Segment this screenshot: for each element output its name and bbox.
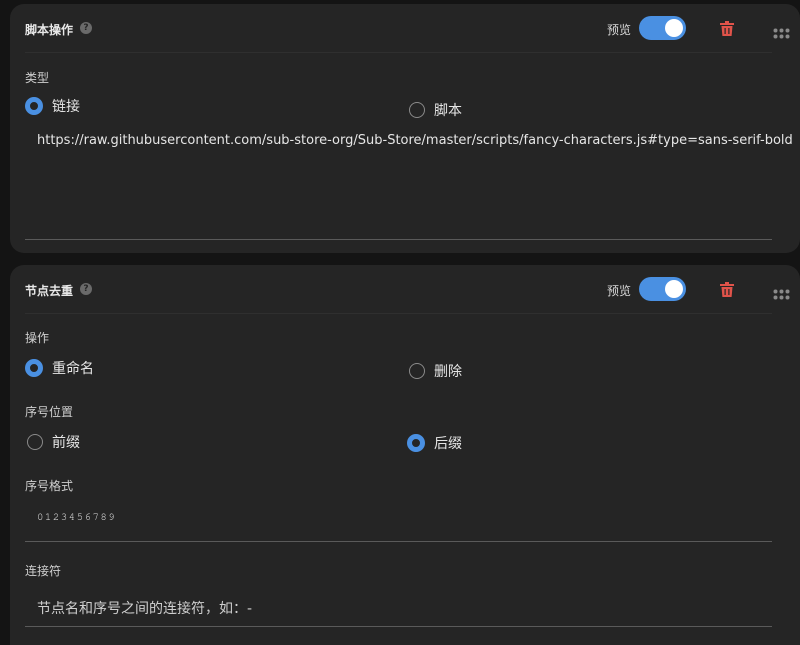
radio-label: 重命名 bbox=[52, 361, 94, 377]
radio-circle bbox=[25, 97, 43, 115]
radio-prefix[interactable]: 前缀 bbox=[27, 432, 80, 452]
trash-icon[interactable] bbox=[720, 282, 734, 301]
type-label: 类型 bbox=[25, 71, 50, 85]
card-title: 节点去重 bbox=[25, 284, 74, 298]
radio-suffix[interactable]: 后缀 bbox=[407, 433, 462, 453]
drag-handle-icon[interactable] bbox=[773, 24, 790, 43]
url-field-underline bbox=[25, 239, 772, 240]
radio-label: 前缀 bbox=[52, 435, 80, 451]
action-label: 操作 bbox=[25, 331, 50, 345]
radio-rename[interactable]: 重命名 bbox=[25, 358, 94, 378]
toggle-knob bbox=[665, 19, 683, 37]
card-header: 节点去重 ? 预览 bbox=[10, 265, 800, 313]
card-header: 脚本操作 ? 预览 bbox=[10, 4, 800, 52]
format-field-underline bbox=[25, 541, 772, 542]
radio-circle bbox=[407, 434, 425, 452]
radio-script[interactable]: 脚本 bbox=[409, 100, 462, 120]
card-title: 脚本操作 bbox=[25, 23, 74, 37]
radio-link[interactable]: 链接 bbox=[25, 96, 80, 116]
format-input[interactable]: 𝟶𝟷𝟸𝟹𝟺𝟻𝟼𝟽𝟾𝟿 bbox=[37, 512, 116, 523]
radio-label: 后缀 bbox=[434, 436, 462, 452]
radio-label: 删除 bbox=[434, 364, 462, 380]
header-divider bbox=[25, 313, 772, 314]
preview-toggle[interactable] bbox=[639, 277, 686, 301]
radio-circle bbox=[409, 363, 425, 379]
script-operation-card: 脚本操作 ? 预览 类型 链接 脚本 https://raw.githubuse… bbox=[10, 4, 800, 253]
header-divider bbox=[25, 52, 772, 53]
radio-circle bbox=[409, 102, 425, 118]
node-dedupe-card: 节点去重 ? 预览 操作 重命名 删除 序号位置 前缀 后缀 序号格式 𝟶𝟷𝟸𝟹… bbox=[10, 265, 800, 645]
radio-circle bbox=[25, 359, 43, 377]
preview-toggle[interactable] bbox=[639, 16, 686, 40]
format-label: 序号格式 bbox=[25, 479, 74, 493]
joiner-field-underline bbox=[25, 626, 772, 627]
radio-label: 链接 bbox=[52, 99, 80, 115]
help-icon[interactable]: ? bbox=[80, 22, 92, 34]
drag-handle-icon[interactable] bbox=[773, 285, 790, 304]
help-icon[interactable]: ? bbox=[80, 283, 92, 295]
preview-label: 预览 bbox=[607, 23, 632, 37]
script-url-input[interactable]: https://raw.githubusercontent.com/sub-st… bbox=[37, 133, 793, 148]
radio-delete[interactable]: 删除 bbox=[409, 361, 462, 381]
radio-circle bbox=[27, 434, 43, 450]
toggle-knob bbox=[665, 280, 683, 298]
radio-label: 脚本 bbox=[434, 103, 462, 119]
preview-label: 预览 bbox=[607, 284, 632, 298]
joiner-label: 连接符 bbox=[25, 564, 62, 578]
joiner-input[interactable]: 节点名和序号之间的连接符，如：- bbox=[37, 598, 252, 618]
position-label: 序号位置 bbox=[25, 405, 74, 419]
trash-icon[interactable] bbox=[720, 21, 734, 40]
